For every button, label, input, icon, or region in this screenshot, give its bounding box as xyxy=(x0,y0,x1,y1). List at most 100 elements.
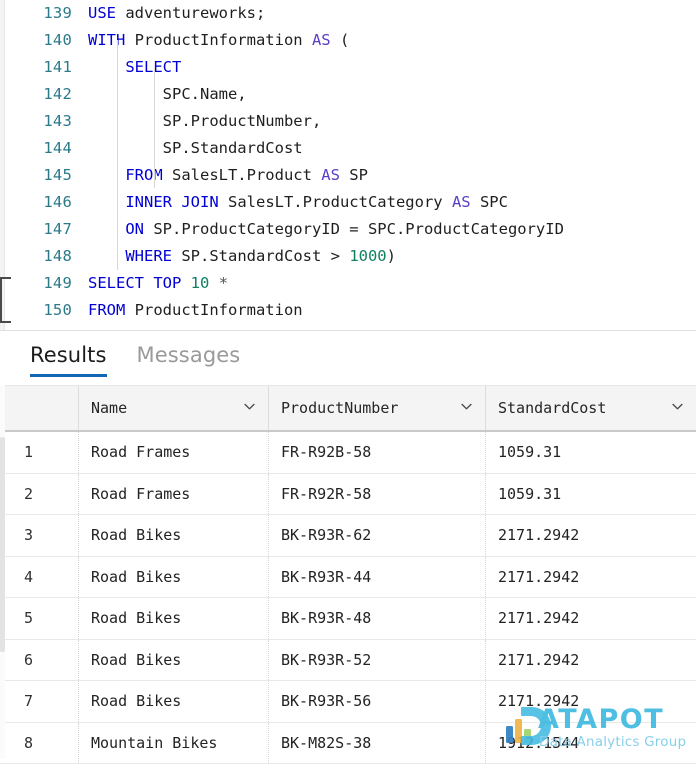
code-line[interactable]: 148 WHERE SP.StandardCost > 1000) xyxy=(0,243,696,270)
column-header-label: Name xyxy=(91,399,127,417)
table-cell[interactable]: FR-R92R-58 xyxy=(268,474,485,515)
table-row[interactable]: 6Road BikesBK-R93R-522171.2942 xyxy=(0,640,696,682)
table-cell[interactable]: 1059.31 xyxy=(485,474,696,515)
line-number: 148 xyxy=(0,243,72,270)
code-line[interactable]: 147 ON SP.ProductCategoryID = SPC.Produc… xyxy=(0,216,696,243)
code-line-text: WHERE SP.StandardCost > 1000) xyxy=(88,243,396,270)
column-header-label: StandardCost xyxy=(498,399,606,417)
table-cell[interactable]: Road Bikes xyxy=(78,640,268,681)
table-cell[interactable]: BK-R93R-56 xyxy=(268,681,485,722)
table-cell[interactable]: FR-R92B-58 xyxy=(268,432,485,473)
code-line[interactable]: 143 SP.ProductNumber, xyxy=(0,108,696,135)
chevron-down-icon[interactable] xyxy=(243,400,256,413)
table-cell[interactable]: Road Bikes xyxy=(78,557,268,598)
results-grid-body: 1Road FramesFR-R92B-581059.312Road Frame… xyxy=(0,432,696,764)
line-number: 147 xyxy=(0,216,72,243)
tab-messages-label: Messages xyxy=(137,343,241,367)
line-number: 140 xyxy=(0,27,72,54)
chevron-down-icon[interactable] xyxy=(671,400,684,413)
column-header-standardcost[interactable]: StandardCost xyxy=(485,386,696,430)
column-header-name[interactable]: Name xyxy=(78,386,268,430)
table-cell[interactable]: 1912.1544 xyxy=(485,723,696,764)
code-line[interactable]: 142 SPC.Name, xyxy=(0,81,696,108)
line-number: 144 xyxy=(0,135,72,162)
line-number: 146 xyxy=(0,189,72,216)
table-cell[interactable]: 2171.2942 xyxy=(485,598,696,639)
code-line-text: USE adventureworks; xyxy=(88,0,265,27)
code-line[interactable]: 150FROM ProductInformation xyxy=(0,297,696,324)
table-row[interactable]: 2Road FramesFR-R92R-581059.31 xyxy=(0,474,696,516)
code-line-text: FROM ProductInformation xyxy=(88,297,303,324)
table-cell[interactable]: BK-R93R-48 xyxy=(268,598,485,639)
tab-active-indicator xyxy=(30,374,107,377)
line-number: 145 xyxy=(0,162,72,189)
line-number: 141 xyxy=(0,54,72,81)
row-number-cell[interactable]: 7 xyxy=(0,681,78,722)
table-cell[interactable]: Road Frames xyxy=(78,474,268,515)
code-line-text: SP.StandardCost xyxy=(88,135,303,162)
grid-vertical-scrollbar[interactable] xyxy=(0,385,5,759)
code-line-text: SELECT TOP 10 * xyxy=(88,270,228,297)
column-header-productnumber[interactable]: ProductNumber xyxy=(268,386,485,430)
code-line[interactable]: 144 SP.StandardCost xyxy=(0,135,696,162)
row-number-cell[interactable]: 8 xyxy=(0,723,78,764)
code-fold-bracket-icon[interactable] xyxy=(0,277,11,323)
row-number-cell[interactable]: 5 xyxy=(0,598,78,639)
code-line-text: SP.ProductNumber, xyxy=(88,108,321,135)
table-cell[interactable]: Road Frames xyxy=(78,432,268,473)
table-cell[interactable]: 2171.2942 xyxy=(485,640,696,681)
code-line-text: FROM SalesLT.Product AS SP xyxy=(88,162,368,189)
results-grid-header: Name ProductNumber StandardCost xyxy=(0,385,696,432)
results-panel: Results Messages Name ProductNumber Standa… xyxy=(0,330,696,759)
code-line[interactable]: 140 WITH ProductInformation AS ( xyxy=(0,27,696,54)
code-lines-container: 139 USE adventureworks; 140 WITH ProductInf… xyxy=(0,0,696,324)
table-row[interactable]: 7Road BikesBK-R93R-562171.2942 xyxy=(0,681,696,723)
tab-results[interactable]: Results xyxy=(30,331,107,377)
row-number-cell[interactable]: 1 xyxy=(0,432,78,473)
tab-results-label: Results xyxy=(30,343,107,367)
code-line-text: WITH ProductInformation AS ( xyxy=(88,27,349,54)
code-line[interactable]: 145 FROM SalesLT.Product AS SP xyxy=(0,162,696,189)
table-row[interactable]: 3Road BikesBK-R93R-622171.2942 xyxy=(0,515,696,557)
grid-vertical-scrollbar-thumb[interactable] xyxy=(0,437,5,652)
table-cell[interactable]: BK-R93R-52 xyxy=(268,640,485,681)
table-cell[interactable]: Road Bikes xyxy=(78,515,268,556)
results-grid[interactable]: Name ProductNumber StandardCost 1Road Fram… xyxy=(0,385,696,759)
table-cell[interactable]: 2171.2942 xyxy=(485,515,696,556)
row-number-cell[interactable]: 3 xyxy=(0,515,78,556)
code-line-text: INNER JOIN SalesLT.ProductCategory AS SP… xyxy=(88,189,508,216)
sql-editor[interactable]: 139 USE adventureworks; 140 WITH ProductInf… xyxy=(0,0,696,330)
table-row[interactable]: 4Road BikesBK-R93R-442171.2942 xyxy=(0,557,696,599)
line-number: 143 xyxy=(0,108,72,135)
line-number: 142 xyxy=(0,81,72,108)
table-cell[interactable]: 1059.31 xyxy=(485,432,696,473)
table-row[interactable]: 5Road BikesBK-R93R-482171.2942 xyxy=(0,598,696,640)
indent-guide xyxy=(117,40,118,270)
column-header-rownum[interactable] xyxy=(0,386,78,430)
code-line[interactable]: 146 INNER JOIN SalesLT.ProductCategory A… xyxy=(0,189,696,216)
tab-messages[interactable]: Messages xyxy=(137,331,241,377)
table-row[interactable]: 1Road FramesFR-R92B-581059.31 xyxy=(0,432,696,474)
line-number: 139 xyxy=(0,0,72,27)
code-line[interactable]: 141 SELECT xyxy=(0,54,696,81)
table-cell[interactable]: 2171.2942 xyxy=(485,557,696,598)
code-line[interactable]: 139 USE adventureworks; xyxy=(0,0,696,27)
results-tabbar: Results Messages xyxy=(0,331,696,385)
table-cell[interactable]: Road Bikes xyxy=(78,681,268,722)
code-line[interactable]: 149SELECT TOP 10 * xyxy=(0,270,696,297)
row-number-cell[interactable]: 6 xyxy=(0,640,78,681)
chevron-down-icon[interactable] xyxy=(460,400,473,413)
table-cell[interactable]: 2171.2942 xyxy=(485,681,696,722)
table-cell[interactable]: BK-R93R-62 xyxy=(268,515,485,556)
code-line-text: SPC.Name, xyxy=(88,81,247,108)
table-cell[interactable]: Mountain Bikes xyxy=(78,723,268,764)
row-number-cell[interactable]: 4 xyxy=(0,557,78,598)
table-cell[interactable]: Road Bikes xyxy=(78,598,268,639)
indent-guide xyxy=(154,68,155,188)
code-line-text: ON SP.ProductCategoryID = SPC.ProductCat… xyxy=(88,216,564,243)
column-header-label: ProductNumber xyxy=(281,399,398,417)
code-line-text: SELECT xyxy=(88,54,181,81)
table-cell[interactable]: BK-R93R-44 xyxy=(268,557,485,598)
table-cell[interactable]: BK-M82S-38 xyxy=(268,723,485,764)
row-number-cell[interactable]: 2 xyxy=(0,474,78,515)
